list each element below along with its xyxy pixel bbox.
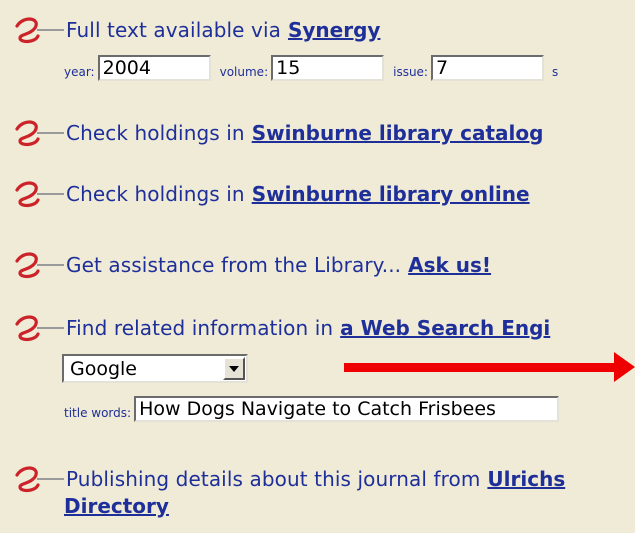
ulrichs-row: Publishing details about this journal fr… [14, 465, 565, 493]
year-label: year: [64, 65, 95, 79]
title-words-label: title words: [64, 406, 132, 420]
sfx-swirl-icon [14, 314, 66, 342]
search-engine-select[interactable]: Google [62, 354, 248, 383]
full-text-row: Full text available via Synergy [14, 16, 380, 44]
ulrichs-link-continuation-wrap: Directory [64, 494, 169, 518]
issue-label: issue: [393, 65, 428, 79]
sfx-swirl-icon [14, 119, 66, 147]
red-arrow-icon [344, 352, 635, 382]
title-words-group: title words: How Dogs Navigate to Catch … [64, 396, 560, 422]
dropdown-arrow-icon[interactable] [223, 357, 245, 380]
assistance-row: Get assistance from the Library... Ask u… [14, 251, 491, 279]
ulrichs-label: Publishing details about this journal fr… [66, 467, 481, 491]
ulrichs-link[interactable]: Ulrichs [487, 467, 565, 491]
online-label: Check holdings in [66, 182, 245, 206]
web-search-engine-link[interactable]: a Web Search Engi [340, 316, 550, 340]
assistance-label: Get assistance from the Library... [66, 253, 402, 277]
sfx-swirl-icon [14, 251, 66, 279]
citation-fields: year: 2004 volume: 15 issue: 7 s [64, 55, 561, 81]
volume-label: volume: [219, 65, 269, 79]
full-text-label: Full text available via [66, 18, 281, 42]
sfx-swirl-icon [14, 180, 66, 208]
ulrichs-directory-link[interactable]: Directory [64, 494, 169, 518]
ask-us-link[interactable]: Ask us! [408, 253, 491, 277]
search-engine-value: Google [70, 357, 138, 380]
online-row: Check holdings in Swinburne library onli… [14, 180, 530, 208]
web-search-row: Find related information in a Web Search… [14, 314, 550, 342]
title-words-field[interactable]: How Dogs Navigate to Catch Frisbees [134, 396, 560, 422]
sfx-swirl-icon [14, 16, 66, 44]
volume-field[interactable]: 15 [271, 55, 385, 81]
library-online-link[interactable]: Swinburne library online [252, 182, 530, 206]
issue-field[interactable]: 7 [430, 55, 544, 81]
library-catalog-link[interactable]: Swinburne library catalog [252, 121, 544, 145]
next-field-label: s [551, 65, 559, 79]
synergy-link[interactable]: Synergy [288, 18, 380, 42]
catalog-row: Check holdings in Swinburne library cata… [14, 119, 543, 147]
web-search-label: Find related information in [66, 316, 334, 340]
sfx-swirl-icon [14, 465, 66, 493]
year-field[interactable]: 2004 [97, 55, 211, 81]
catalog-label: Check holdings in [66, 121, 245, 145]
